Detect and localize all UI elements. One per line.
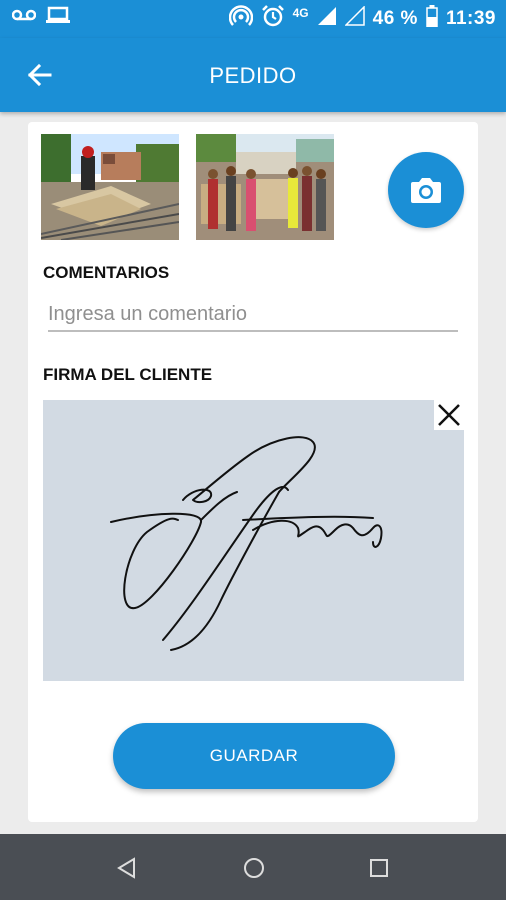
nav-home-button[interactable] <box>239 853 269 883</box>
page-title: PEDIDO <box>209 63 297 88</box>
clear-signature-button[interactable] <box>434 400 464 430</box>
laptop-icon <box>46 6 70 29</box>
photo-thumbnail-2[interactable] <box>196 134 334 240</box>
nav-recents-icon <box>370 859 388 877</box>
comments-label: COMENTARIOS <box>43 263 170 282</box>
photo-thumbnail-1[interactable] <box>41 134 179 240</box>
battery-percent: 46 % <box>372 7 418 29</box>
nav-home-icon <box>244 858 264 878</box>
close-icon <box>438 404 460 426</box>
nav-recents-button[interactable] <box>364 853 394 883</box>
hotspot-icon <box>228 4 253 33</box>
camera-icon <box>411 178 441 203</box>
signature-label: FIRMA DEL CLIENTE <box>43 365 213 384</box>
comment-input[interactable] <box>48 298 458 332</box>
battery-icon <box>426 5 438 32</box>
voicemail-icon <box>11 8 37 27</box>
save-button[interactable]: GUARDAR <box>113 723 395 789</box>
order-card: COMENTARIOS FIRMA DEL CLIENTE <box>28 122 478 822</box>
signal-icon <box>317 6 337 31</box>
signal-empty-icon <box>343 5 365 31</box>
signature-pad[interactable] <box>43 400 464 681</box>
alarm-icon <box>261 4 285 33</box>
network-type: 4G <box>292 5 309 20</box>
nav-back-icon <box>117 857 135 879</box>
status-bar: 4G 46 % 11:39 <box>0 0 506 38</box>
add-photo-button[interactable] <box>388 152 464 228</box>
nav-back-button[interactable] <box>112 853 142 883</box>
clock: 11:39 <box>445 7 496 29</box>
signature-drawing <box>110 436 383 651</box>
system-nav-bar <box>0 834 506 900</box>
app-bar: PEDIDO <box>0 38 506 112</box>
